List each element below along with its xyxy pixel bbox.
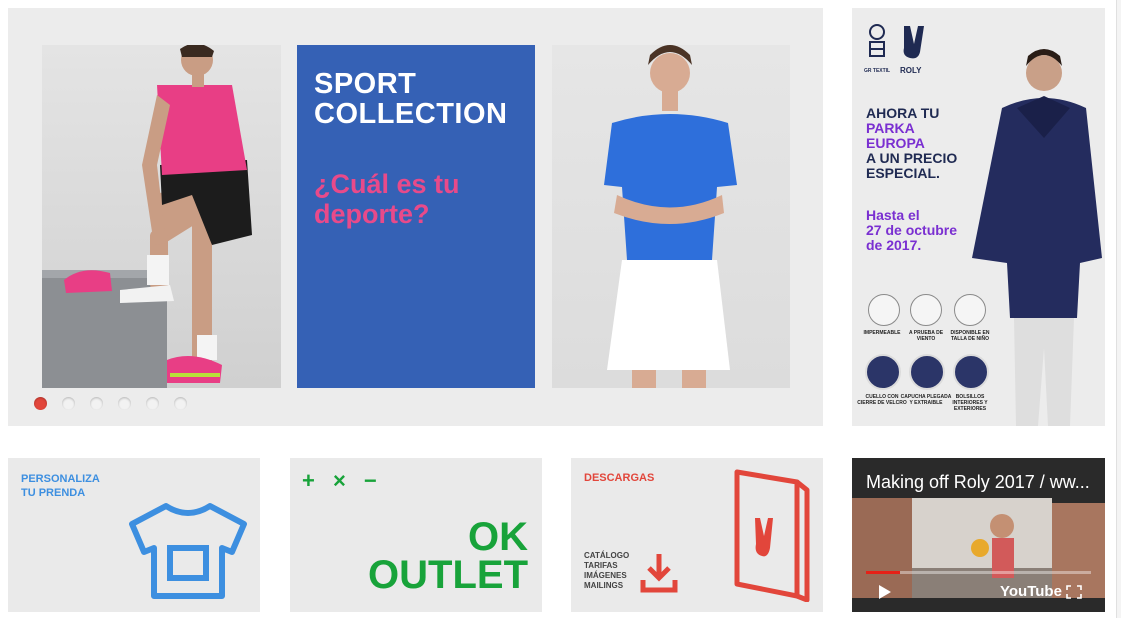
tshirt-icon xyxy=(129,503,247,599)
outlet-symbols: + × − xyxy=(302,468,383,493)
descargas-tile[interactable]: DESCARGAS CATÁLOGO TARIFAS IMÁGENES MAIL… xyxy=(571,458,823,612)
carousel-dot[interactable] xyxy=(90,397,103,410)
video-title: Making off Roly 2017 / ww... xyxy=(866,472,1090,492)
carousel-dot[interactable] xyxy=(62,397,75,410)
sport-woman-photo xyxy=(552,45,790,388)
hood-detail-thumb xyxy=(909,354,945,390)
windproof-icon xyxy=(910,294,942,326)
kids-size-icon xyxy=(954,294,986,326)
sport-question: ¿Cuál es tu deporte? xyxy=(314,169,460,229)
logo-right-text: ROLY xyxy=(900,66,922,75)
feature-label: DISPONIBLE EN TALLA DE NIÑO xyxy=(950,330,990,342)
descargas-list: CATÁLOGO TARIFAS IMÁGENES MAILINGS xyxy=(584,551,630,590)
download-icon xyxy=(640,554,678,593)
hero-carousel[interactable]: SPORT COLLECTION ¿Cuál es tu deporte? xyxy=(8,8,823,426)
carousel-dot[interactable] xyxy=(146,397,159,410)
video-progress-track[interactable] xyxy=(866,571,1091,574)
pockets-detail-thumb xyxy=(953,354,989,390)
promo-date: Hasta el 27 de octubre de 2017. xyxy=(866,207,958,253)
outlet-tile[interactable]: + × − OK OUTLET xyxy=(290,458,542,612)
parka-promo-banner[interactable]: GR TEXTIL ROLY AHORA TU PARKA EUROPA A U… xyxy=(852,8,1105,426)
play-icon[interactable] xyxy=(878,584,892,600)
sport-man-photo xyxy=(42,45,281,388)
sport-collection-panel[interactable]: SPORT COLLECTION ¿Cuál es tu deporte? xyxy=(297,45,535,388)
carousel-dot[interactable] xyxy=(118,397,131,410)
waterproof-icon xyxy=(868,294,900,326)
roly-logo-icon xyxy=(869,24,924,59)
logo-left-text: GR TEXTIL xyxy=(864,68,891,74)
fullscreen-icon[interactable] xyxy=(1066,585,1082,599)
detail-label: BOLSILLOS INTERIORES Y EXTERIORES xyxy=(952,394,988,412)
page-scrollbar[interactable] xyxy=(1116,0,1121,618)
catalog-book-icon xyxy=(734,469,810,602)
carousel-dot[interactable] xyxy=(34,397,47,410)
youtube-video-player[interactable]: Making off Roly 2017 / ww... YouTube xyxy=(852,458,1105,612)
personaliza-label: PERSONALIZA TU PRENDA xyxy=(21,473,100,499)
personaliza-tile[interactable]: PERSONALIZA TU PRENDA xyxy=(8,458,260,612)
carousel-dots xyxy=(34,397,187,410)
outlet-label: OK OUTLET xyxy=(368,515,528,597)
descargas-title: DESCARGAS xyxy=(584,472,655,484)
carousel-dot[interactable] xyxy=(174,397,187,410)
youtube-logo[interactable]: YouTube xyxy=(1000,583,1062,600)
sport-collection-title: SPORT COLLECTION xyxy=(314,68,508,130)
collar-detail-thumb xyxy=(865,354,901,390)
video-progress-fill xyxy=(866,571,900,574)
